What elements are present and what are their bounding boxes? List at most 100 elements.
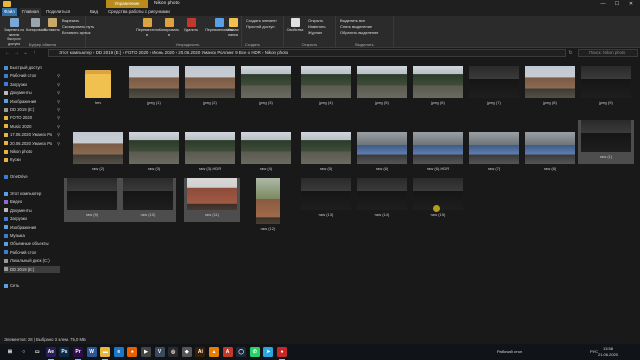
record-icon[interactable]: ● [277,347,287,360]
tab-picture-tools[interactable]: Средства работы с рисунками [106,8,172,16]
after-effects-icon[interactable]: Ae [45,347,56,360]
nav-item[interactable]: Музыка [4,232,60,239]
edge-icon[interactable]: e [113,347,124,357]
address-bar[interactable]: Этот компьютер › DD 2019 (E:) › FOTO 202… [48,49,566,57]
recent-icon[interactable]: ⌄ [22,49,29,57]
illustrator-icon[interactable]: Ai [195,347,206,357]
file-item[interactable]: jpeg (9) [578,66,634,110]
file-item[interactable]: raw (11) [184,178,240,222]
file-item[interactable]: raw (3)-HDR [182,132,238,176]
file-item[interactable]: raw (6) [354,132,410,176]
tab-home[interactable]: Главная [20,8,41,16]
edit-button[interactable]: Изменить [308,24,326,29]
new-folder-button[interactable]: Новая папка [224,18,242,37]
file-item[interactable]: raw (12) [240,178,296,236]
file-item[interactable]: raw (8) [522,132,578,176]
photoshop-icon[interactable]: Ps [59,347,70,357]
file-item[interactable]: jpeg (3) [238,66,294,110]
firefox-icon[interactable]: ● [127,347,138,357]
paste-button[interactable]: Вставить [43,18,61,33]
folder-icon[interactable] [3,1,11,7]
maximize-button[interactable]: ☐ [610,0,624,8]
file-item[interactable]: raw (5) [298,132,354,176]
nav-item[interactable]: Документы [4,207,60,214]
cut-button[interactable]: Вырезать [62,18,79,23]
telegram-icon[interactable]: ➤ [263,347,274,357]
app-icon[interactable]: ◆ [181,347,192,357]
task-view-icon[interactable]: ▭ [32,347,43,357]
pdf-icon[interactable]: A [222,347,233,357]
minimize-button[interactable]: — [596,0,610,8]
nav-item[interactable]: DD 2019 (E:) ⚲ [4,106,60,113]
nav-item[interactable]: Изображения [4,224,60,231]
clock[interactable]: 13:58 21.06.2020 [598,346,618,358]
file-item[interactable]: raw (1) [578,120,634,164]
vlc-icon[interactable]: ▲ [209,347,219,357]
breadcrumb[interactable]: Этот компьютер › DD 2019 (E:) › FOTO 202… [59,50,288,55]
nav-item[interactable]: Nikon photo [4,148,60,155]
move-to-button[interactable]: Переместить в [136,18,159,37]
file-item[interactable]: jpeg (7) [466,66,522,110]
nav-item[interactable]: Быстрый доступ [4,64,60,71]
file-item[interactable]: raw (3) [126,132,182,176]
tab-file[interactable]: Файл [2,8,17,16]
open-button[interactable]: Открыть [308,18,323,23]
nav-item[interactable]: 20.06.2020 Уманск Ро ⚲ [4,140,60,147]
back-icon[interactable]: ← [4,49,11,57]
select-none-button[interactable]: Снять выделение [340,24,372,29]
explorer-icon[interactable]: ▬ [100,347,111,360]
file-item[interactable]: jpeg (8) [522,66,578,110]
word-icon[interactable]: W [86,347,97,357]
nav-item[interactable]: DD 2019 (E:) [4,265,60,273]
paste-shortcut-button[interactable]: Вставить ярлык [62,30,90,35]
file-item[interactable]: raw (4) [238,132,294,176]
up-icon[interactable]: ↑ [31,49,38,57]
language-indicator[interactable]: РУС [590,344,598,360]
file-item[interactable]: raw (10) [120,178,176,222]
nav-item[interactable]: FOTO 2020 ⚲ [4,114,60,121]
tray-desktop-label[interactable]: Рабочий стол [497,344,522,360]
file-item[interactable]: raw (15) [410,178,466,222]
file-item[interactable]: raw (13) [298,178,354,222]
file-item[interactable]: raw (2) [70,132,126,176]
copy-path-button[interactable]: Скопировать путь [62,24,94,29]
nav-item[interactable]: Куски [4,156,60,163]
history-button[interactable]: Журнал [308,30,322,35]
folder-item[interactable]: hev [70,66,126,110]
nav-item[interactable]: Видео [4,198,60,205]
nav-item[interactable]: Локальный диск (C:) [4,257,60,264]
nav-item[interactable]: Этот компьютер [4,190,60,197]
forward-icon[interactable]: → [13,49,20,57]
file-item[interactable]: jpeg (4) [298,66,354,110]
nav-item[interactable]: Изображения ⚲ [4,98,60,105]
nav-item[interactable]: Music 2020 ⚲ [4,123,60,130]
new-item-button[interactable]: Создать элемент [246,18,277,23]
nav-item[interactable]: Рабочий стол [4,249,60,256]
file-item[interactable]: jpeg (5) [354,66,410,110]
steam-icon[interactable]: ◯ [236,347,247,357]
nav-item[interactable]: Загрузки [4,215,60,222]
copy-button[interactable]: Копировать [26,18,46,33]
file-item[interactable]: raw (7) [466,132,522,176]
nav-item[interactable]: OneDrive [4,173,60,180]
search-input[interactable]: Поиск: Nikon photo [578,49,638,57]
easy-access-button[interactable]: Простой доступ [246,24,274,29]
nav-item[interactable]: Рабочий стол ⚲ [4,72,60,79]
nav-item[interactable]: 17.06.2020 Уманск Ро ⚲ [4,131,60,138]
tab-view[interactable]: Вид [88,8,100,16]
invert-selection-button[interactable]: Обратить выделение [340,30,378,35]
search-icon[interactable]: ○ [18,347,29,357]
select-all-button[interactable]: Выделить все [340,18,365,23]
copy-to-button[interactable]: Копировать в [158,18,180,37]
nav-item[interactable]: Документы ⚲ [4,89,60,96]
whatsapp-icon[interactable]: ✆ [249,347,260,357]
nav-item[interactable]: Сеть [4,282,60,289]
close-button[interactable]: ✕ [624,0,638,8]
context-tab-manage[interactable]: Управление [106,0,148,8]
refresh-icon[interactable]: ↻ [567,49,574,57]
file-item[interactable]: raw (9) [64,178,120,222]
tab-share[interactable]: Поделиться [44,8,72,16]
file-item[interactable]: jpeg (6) [410,66,466,110]
chrome-icon[interactable]: ◎ [168,347,179,357]
file-item[interactable]: raw (14) [354,178,410,222]
